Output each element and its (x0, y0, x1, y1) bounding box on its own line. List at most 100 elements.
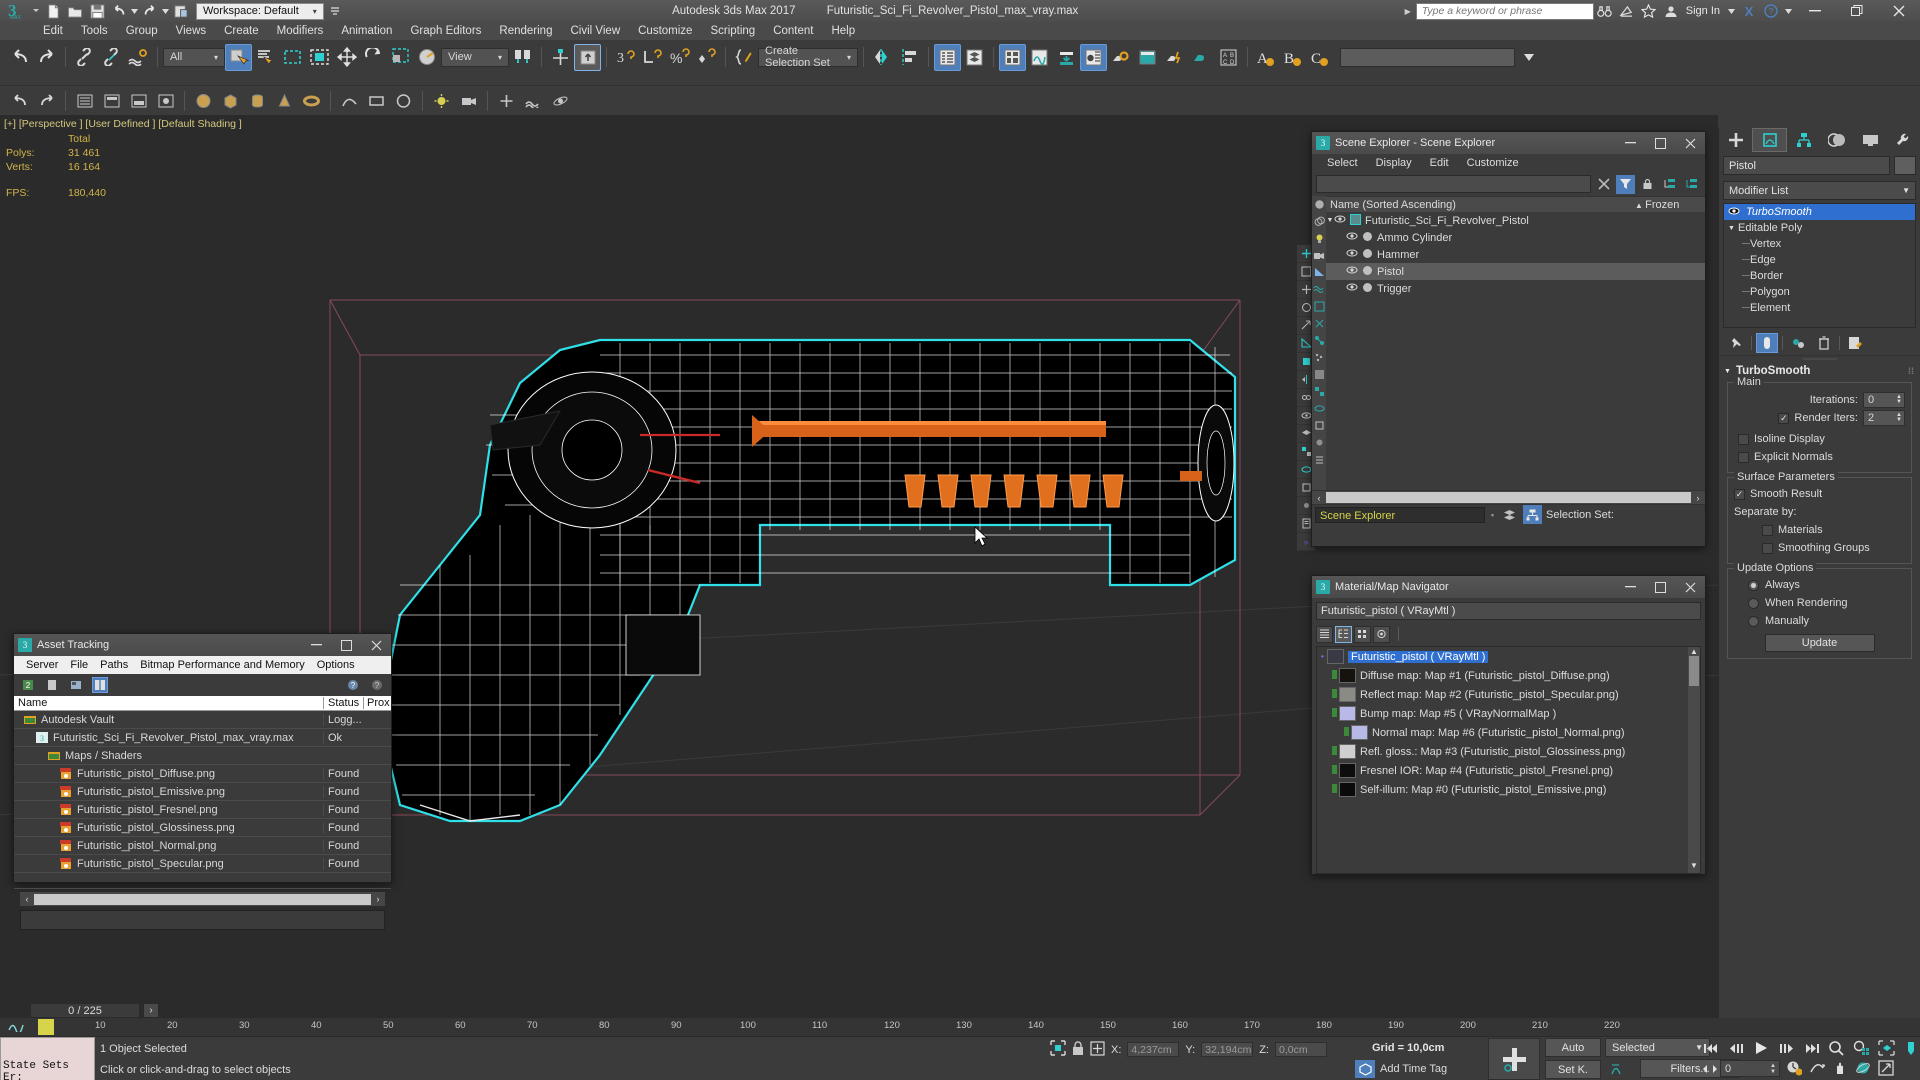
schematic-view-button[interactable] (1053, 44, 1080, 71)
menu-item-help[interactable]: Help (822, 22, 864, 40)
column-name[interactable]: Name (Sorted Ascending) (1326, 199, 1635, 211)
frame-step-icon[interactable] (1700, 1060, 1720, 1077)
expand-triangle-icon[interactable]: ▼ (1326, 217, 1334, 224)
at-menu-server[interactable]: Server (20, 659, 64, 671)
expand-all-icon[interactable] (1660, 175, 1679, 194)
view-large-icons-icon[interactable] (1373, 626, 1390, 643)
collapse-all-icon[interactable] (1682, 175, 1701, 194)
help-caret-icon[interactable] (1782, 1, 1794, 21)
redo-button[interactable] (33, 44, 60, 71)
close-button[interactable] (1878, 0, 1920, 22)
modifier-stack[interactable]: TurboSmooth ▼ Editable Poly ─ Vertex ─ E… (1723, 203, 1916, 328)
material-tree-row[interactable]: Bump map: Map #5 ( VRayNormalMap ) (1317, 704, 1700, 723)
selection-filter-dropdown[interactable]: All ▾ (163, 48, 225, 67)
undo-button[interactable] (6, 44, 33, 71)
ribbon-redo-icon[interactable] (33, 87, 60, 114)
percent-snap-toggle-button[interactable]: % (666, 44, 693, 71)
stack-item-turbosmooth[interactable]: TurboSmooth (1724, 204, 1915, 220)
material-editor-button[interactable] (1080, 44, 1107, 71)
y-field[interactable]: 32,194cm (1201, 1042, 1253, 1057)
render-iters-checkbox[interactable]: ✓ (1778, 413, 1789, 424)
use-pivot-center-button[interactable] (509, 44, 536, 71)
sign-in-button[interactable]: Sign In (1682, 5, 1724, 17)
minimize-button[interactable] (1794, 0, 1836, 22)
scroll-right-icon[interactable]: › (371, 894, 385, 904)
tab-display[interactable] (1854, 128, 1887, 152)
delete-modifier-icon[interactable] (1813, 333, 1835, 353)
quickaccess-overflow-icon[interactable] (324, 1, 346, 21)
systems-icon[interactable] (547, 87, 574, 114)
filter-spacewarps-icon[interactable] (1312, 281, 1326, 298)
select-by-name-button[interactable] (252, 44, 279, 71)
scene-explorer-tree[interactable]: ▼ Futuristic_Sci_Fi_Revolver_Pistol Ammo… (1312, 212, 1705, 490)
scene-explorer-close-button[interactable] (1675, 132, 1705, 154)
user-avatar-icon[interactable] (1660, 1, 1682, 21)
menu-item-group[interactable]: Group (117, 22, 167, 40)
next-frame-button[interactable] (1775, 1038, 1797, 1058)
scene-tree-row[interactable]: Hammer (1326, 246, 1705, 263)
create-cylinder-icon[interactable] (244, 87, 271, 114)
select-and-place-button[interactable] (414, 44, 441, 71)
render-iters-spinner[interactable]: 2 ▲▼ (1863, 410, 1905, 426)
scroll-left-icon[interactable]: ‹ (20, 894, 34, 904)
stack-subobject-polygon[interactable]: ─ Polygon (1724, 284, 1915, 300)
scroll-right-icon[interactable]: › (1691, 493, 1705, 503)
asset-tracking-minimize-button[interactable] (301, 634, 331, 656)
select-and-rotate-button[interactable] (360, 44, 387, 71)
add-time-tag-row[interactable]: Add Time Tag (1355, 1060, 1447, 1078)
at-menu-bitmap[interactable]: Bitmap Performance and Memory (134, 659, 310, 671)
object-name-field[interactable]: Pistol (1723, 156, 1890, 175)
project-folder-a-button[interactable]: A (1253, 44, 1280, 71)
tab-create[interactable] (1719, 128, 1752, 152)
filter-frozen-icon[interactable] (1312, 366, 1326, 383)
create-sphere-icon[interactable] (190, 87, 217, 114)
time-tag-icon[interactable] (1355, 1060, 1375, 1078)
scroll-up-icon[interactable]: ▲ (1688, 647, 1700, 656)
eye-icon[interactable] (1334, 214, 1346, 227)
scripting-dropdown-button[interactable] (1515, 44, 1542, 71)
se-menu-display[interactable]: Display (1367, 157, 1421, 169)
filter-lights-icon[interactable] (1312, 230, 1326, 247)
time-configuration-icon[interactable] (1783, 1058, 1804, 1078)
select-and-manipulate-button[interactable] (547, 44, 574, 71)
smooth-result-checkbox[interactable]: ✓ (1734, 489, 1745, 500)
eye-icon[interactable] (1346, 282, 1358, 295)
view-list-icon[interactable] (1316, 626, 1333, 643)
create-torus-icon[interactable] (298, 87, 325, 114)
ribbon-list1-icon[interactable] (71, 87, 98, 114)
unlink-selection-button[interactable] (98, 44, 125, 71)
filter-list-icon[interactable] (1312, 451, 1326, 468)
iterations-spinner[interactable]: 0 ▲▼ (1863, 392, 1905, 408)
asset-row[interactable]: 3 Futuristic_Sci_Fi_Revolver_Pistol_max_… (14, 729, 391, 747)
material-tree-row[interactable]: Diffuse map: Map #1 (Futuristic_pistol_D… (1317, 666, 1700, 685)
scene-explorer-hscrollbar[interactable]: ‹ › (1312, 490, 1705, 504)
set-key-button[interactable] (1488, 1038, 1540, 1080)
toggle-scene-explorer-button[interactable] (934, 44, 961, 71)
frame-counter-field[interactable]: 0 / 225 (30, 1003, 140, 1018)
ribbon-undo-icon[interactable] (6, 87, 33, 114)
camera-icon[interactable] (455, 87, 482, 114)
selection-region-icon[interactable] (1050, 1040, 1066, 1059)
undo-dropdown-icon[interactable] (130, 1, 139, 21)
redo-icon[interactable] (139, 1, 161, 21)
eye-icon[interactable] (1346, 265, 1358, 278)
eye-icon[interactable] (1346, 231, 1358, 244)
refresh-icon[interactable]: 2 (20, 677, 36, 693)
filter-icon[interactable] (1616, 175, 1635, 194)
field-of-view-icon[interactable] (1900, 1038, 1920, 1058)
help-asset-icon[interactable]: ? (345, 677, 361, 693)
logo-caret-icon[interactable] (33, 9, 39, 12)
filter-none-icon[interactable] (1312, 417, 1326, 434)
material-tree-row[interactable]: Fresnel IOR: Map #4 (Futuristic_pistol_F… (1317, 761, 1700, 780)
project-folder-c-button[interactable]: C (1307, 44, 1334, 71)
stack-subobject-edge[interactable]: ─ Edge (1724, 252, 1915, 268)
stack-subobject-border[interactable]: ─ Border (1724, 268, 1915, 284)
scripting-field[interactable] (1340, 48, 1515, 67)
menu-item-edit[interactable]: Edit (34, 22, 72, 40)
filter-bones-icon[interactable] (1312, 332, 1326, 349)
rendered-frame-window-button[interactable] (1134, 44, 1161, 71)
snap-3d-button[interactable]: 3 (612, 44, 639, 71)
curve-editor-button[interactable] (1026, 44, 1053, 71)
spinner-snap-toggle-button[interactable] (693, 44, 720, 71)
shape-line-icon[interactable] (336, 87, 363, 114)
